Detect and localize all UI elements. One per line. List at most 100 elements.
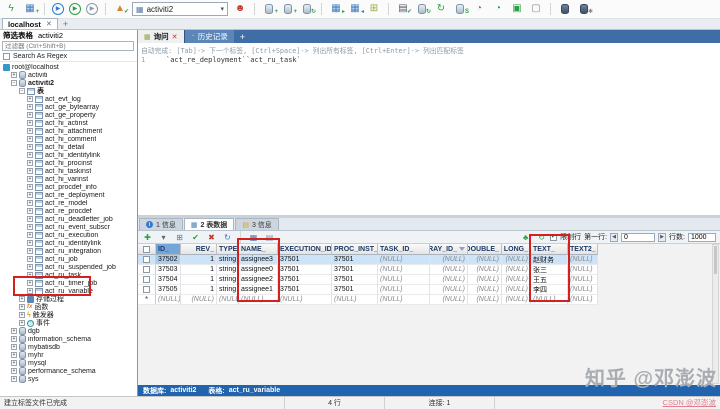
- expand-icon[interactable]: +: [19, 312, 25, 318]
- query-profiler-icon[interactable]: ▲ ✔: [113, 2, 129, 16]
- grid-cell[interactable]: string: [217, 255, 239, 265]
- column-header-execution_id_[interactable]: EXECUTION_ID_: [278, 244, 332, 255]
- grid-cell[interactable]: (NULL): [568, 295, 598, 305]
- grid-cell[interactable]: (NULL): [468, 255, 502, 265]
- grid-cell[interactable]: string: [217, 265, 239, 275]
- grid-cell[interactable]: 李四: [531, 285, 568, 295]
- grid-cell[interactable]: (NULL): [181, 295, 217, 305]
- expand-icon[interactable]: +: [27, 168, 33, 174]
- expand-icon[interactable]: +: [27, 120, 33, 126]
- grid-cell[interactable]: (NULL): [332, 295, 378, 305]
- tree-item-sys[interactable]: + sys: [0, 375, 137, 383]
- grid-cell[interactable]: 37505: [156, 285, 181, 295]
- expand-icon[interactable]: +: [11, 376, 17, 382]
- expand-icon[interactable]: +: [27, 224, 33, 230]
- backup-database-icon[interactable]: S: [453, 2, 469, 16]
- window-icon[interactable]: ▢: [529, 2, 543, 16]
- tree-item-dgb[interactable]: + dgb: [0, 327, 137, 335]
- grid-row[interactable]: 37502 1 string assignee3 37501 37501 (NULL) (NU…: [138, 255, 598, 265]
- schema-sync-icon[interactable]: ▤ ✔: [396, 2, 412, 16]
- scheduled-backup-icon[interactable]: ◔: [491, 2, 505, 16]
- tree-item-mysql[interactable]: + mysql: [0, 359, 137, 367]
- grid-cell[interactable]: 1: [181, 285, 217, 295]
- row-checkbox[interactable]: [143, 266, 150, 273]
- tab-query[interactable]: ▦ 询问 ✕: [138, 30, 184, 43]
- tree-item-act-ru-integration[interactable]: + act_ru_integration: [0, 247, 137, 255]
- grid-cell[interactable]: string: [217, 275, 239, 285]
- grid-cell[interactable]: (NULL): [278, 295, 332, 305]
- tree-item-activiti[interactable]: + activiti: [0, 71, 137, 79]
- grid-cell[interactable]: (NULL): [531, 295, 568, 305]
- tree-item-myhr[interactable]: + myhr: [0, 351, 137, 359]
- expand-icon[interactable]: +: [27, 136, 33, 142]
- expand-icon[interactable]: +: [27, 144, 33, 150]
- column-header-rev_[interactable]: REV_: [181, 244, 217, 255]
- table-diagnostics-icon[interactable]: [558, 2, 572, 16]
- save-row-icon[interactable]: ✔: [190, 232, 201, 243]
- collapse-icon[interactable]: −: [19, 88, 25, 94]
- close-icon[interactable]: ✕: [46, 20, 52, 28]
- column-header-long_[interactable]: LONG_: [502, 244, 531, 255]
- tree-item-act-hi-varinst[interactable]: + act_hi_varinst: [0, 175, 137, 183]
- grid-scrollbar-thumb[interactable]: [714, 246, 717, 274]
- grid-cell[interactable]: (NULL): [430, 265, 468, 275]
- tree-item-act-ru-variable[interactable]: + act_ru_variable: [0, 287, 137, 295]
- grid-cell[interactable]: (NULL): [378, 265, 430, 275]
- tree-item-act-hi-identitylink[interactable]: + act_hi_identitylink: [0, 151, 137, 159]
- tree-item-act-ru-identitylink[interactable]: + act_ru_identitylink: [0, 239, 137, 247]
- grid-cell[interactable]: (NULL): [378, 255, 430, 265]
- grid-cell[interactable]: assignee0: [239, 265, 278, 275]
- expand-icon[interactable]: +: [19, 296, 25, 302]
- collapse-icon[interactable]: −: [11, 80, 17, 86]
- grid-cell[interactable]: 37502: [156, 255, 181, 265]
- grid-cell[interactable]: 1: [181, 275, 217, 285]
- delete-row-icon[interactable]: ✖: [206, 232, 217, 243]
- column-header-text2_[interactable]: TEXT2_: [568, 244, 598, 255]
- grid-cell[interactable]: (NULL): [468, 265, 502, 275]
- grid-new-row[interactable]: *(NULL)(NULL)(NULL)(NULL)(NULL)(NULL)(NU…: [138, 295, 598, 305]
- tree-item-act-ru-suspended-job[interactable]: + act_ru_suspended_job: [0, 263, 137, 271]
- expand-icon[interactable]: +: [27, 232, 33, 238]
- column-header-task_id_[interactable]: TASK_ID_: [378, 244, 430, 255]
- column-header-proc_inst_id_[interactable]: PROC_INST_ID_: [332, 244, 378, 255]
- grid-cell[interactable]: (NULL): [430, 295, 468, 305]
- expand-icon[interactable]: +: [27, 112, 33, 118]
- table-filter-input[interactable]: [2, 41, 134, 51]
- execute-query-icon[interactable]: ▶: [52, 3, 64, 15]
- grid-cell[interactable]: (NULL): [468, 275, 502, 285]
- add-query-tab-button[interactable]: +: [234, 30, 251, 43]
- tab-messages-1[interactable]: i 1 信息: [139, 218, 183, 230]
- column-header-bytearray_id_[interactable]: BYTEARRAY_ID_: [430, 244, 468, 255]
- tree-item-act-hi-taskinst[interactable]: + act_hi_taskinst: [0, 167, 137, 175]
- expand-icon[interactable]: +: [19, 320, 25, 326]
- expand-icon[interactable]: +: [27, 248, 33, 254]
- tree-item-act-ru-task[interactable]: + act_ru_task: [0, 271, 137, 279]
- grid-cell[interactable]: (NULL): [378, 295, 430, 305]
- tree-item-act-hi-actinst[interactable]: + act_hi_actinst: [0, 119, 137, 127]
- grid-cell[interactable]: (NULL): [568, 265, 598, 275]
- refresh-database-icon[interactable]: ↻: [300, 2, 316, 16]
- expand-icon[interactable]: +: [11, 368, 17, 374]
- grid-cell[interactable]: (NULL): [568, 255, 598, 265]
- grid-cell[interactable]: (NULL): [568, 285, 598, 295]
- add-row-icon[interactable]: ✚: [142, 232, 153, 243]
- column-header-double_[interactable]: DOUBLE_: [468, 244, 502, 255]
- first-row-increment-button[interactable]: ▶: [658, 232, 667, 242]
- sql-editor[interactable]: 自动完成: [Tab]-> 下一个标签, [Ctrl+Space]-> 列出所有…: [138, 43, 720, 215]
- expand-icon[interactable]: +: [11, 72, 17, 78]
- grid-cell[interactable]: 37501: [332, 255, 378, 265]
- tree-item--[interactable]: + ◷ 事件: [0, 319, 137, 327]
- connection-tab-localhost[interactable]: localhost ✕: [2, 18, 58, 29]
- new-window-icon[interactable]: ▣: [510, 2, 524, 16]
- grid-cell[interactable]: assignee3: [239, 255, 278, 265]
- tree-item-act-ru-event-subscr[interactable]: + act_ru_event_subscr: [0, 223, 137, 231]
- refresh-data-icon[interactable]: ↻: [536, 232, 547, 243]
- expand-icon[interactable]: +: [11, 328, 17, 334]
- grid-cell[interactable]: (NULL): [378, 275, 430, 285]
- expand-icon[interactable]: +: [27, 160, 33, 166]
- grid-cell[interactable]: 37503: [156, 265, 181, 275]
- create-database-icon[interactable]: +: [262, 2, 278, 16]
- grid-cell[interactable]: 37501: [332, 265, 378, 275]
- data-sync-icon[interactable]: ↻: [415, 2, 431, 16]
- tree-item-act-ru-execution[interactable]: + act_ru_execution: [0, 231, 137, 239]
